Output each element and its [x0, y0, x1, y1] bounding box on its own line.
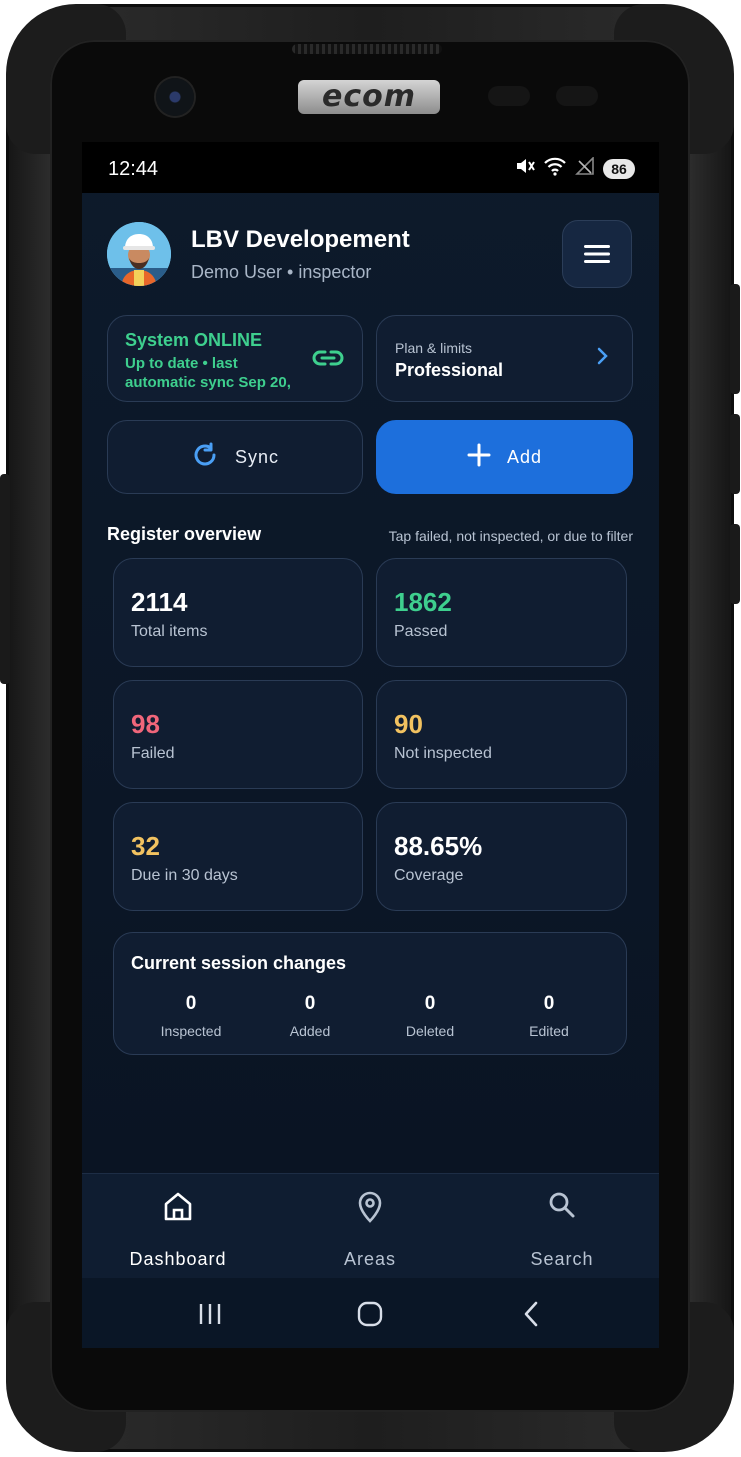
- inspector-avatar-icon: [107, 222, 171, 286]
- map-pin-icon: [358, 1191, 382, 1223]
- stat-card-due[interactable]: 32 Due in 30 days: [113, 802, 363, 911]
- volume-button: [730, 284, 740, 394]
- side-button: [0, 474, 10, 684]
- recents-icon: [199, 1304, 221, 1324]
- mute-icon: [515, 157, 535, 180]
- user-subtitle: Demo User • inspector: [191, 262, 372, 282]
- stat-value: 2114: [131, 587, 188, 617]
- add-label: Add: [506, 446, 543, 467]
- hamburger-icon: [584, 245, 610, 263]
- sync-label: Sync: [234, 446, 280, 467]
- stat-label: Passed: [394, 623, 448, 640]
- bottom-navigation: Dashboard Areas Search: [82, 1173, 659, 1279]
- plus-icon: [467, 443, 491, 472]
- stat-card-failed[interactable]: 98 Failed: [113, 680, 363, 789]
- stat-card-coverage: 88.65% Coverage: [376, 802, 627, 911]
- menu-button[interactable]: [562, 220, 632, 288]
- stat-value: 32: [131, 831, 160, 861]
- stat-value: 98: [131, 709, 160, 739]
- nav-dashboard[interactable]: Dashboard: [82, 1174, 274, 1279]
- stat-label: Not inspected: [394, 745, 492, 762]
- stat-value: 90: [394, 709, 423, 739]
- stat-card-passed[interactable]: 1862 Passed: [376, 558, 627, 667]
- stat-card-total-items[interactable]: 2114 Total items: [113, 558, 363, 667]
- stat-label: Total items: [131, 623, 208, 640]
- project-title: LBV Developement: [191, 226, 410, 253]
- sync-status-card[interactable]: System ONLINE Up to date • last automati…: [107, 315, 363, 402]
- stat-value: 88.65%: [394, 831, 483, 861]
- nav-areas[interactable]: Areas: [274, 1174, 466, 1279]
- session-stat-deleted: 0 Deleted: [375, 993, 485, 1039]
- power-button: [730, 414, 740, 494]
- recent-apps-button[interactable]: [180, 1296, 240, 1332]
- link-icon: [312, 348, 344, 373]
- session-count: 0: [185, 993, 197, 1014]
- home-button[interactable]: [340, 1296, 400, 1332]
- online-status: System ONLINE: [125, 330, 263, 350]
- plan-card[interactable]: Plan & limits Professional: [376, 315, 633, 402]
- session-stat-added: 0 Added: [255, 993, 365, 1039]
- back-chevron-icon: [524, 1301, 538, 1327]
- stat-value: 1862: [394, 587, 452, 617]
- nav-label: Dashboard: [129, 1249, 227, 1269]
- session-label: Added: [289, 1023, 331, 1039]
- stat-label: Due in 30 days: [131, 867, 238, 884]
- session-count: 0: [543, 993, 555, 1014]
- session-stat-edited: 0 Edited: [494, 993, 604, 1039]
- session-stat-inspected: 0 Inspected: [136, 993, 246, 1039]
- sync-button[interactable]: Sync: [107, 420, 363, 494]
- proximity-sensor: [488, 86, 530, 106]
- back-button[interactable]: [501, 1296, 561, 1332]
- brand-logo: ecom: [298, 80, 440, 114]
- refresh-icon: [191, 441, 219, 474]
- session-label: Edited: [529, 1023, 569, 1039]
- wifi-icon: [543, 156, 567, 181]
- chevron-right-icon: [596, 346, 608, 371]
- app-screen: 12:44 86 LBV Developement Demo User • in…: [82, 142, 659, 1348]
- status-bar: 12:44 86: [82, 142, 659, 193]
- plan-label: Plan & limits: [395, 340, 473, 356]
- last-sync-text: Up to date • last automatic sync Sep 20,: [125, 355, 291, 391]
- add-button[interactable]: Add: [376, 420, 633, 494]
- stat-label: Failed: [131, 745, 175, 762]
- nav-label: Areas: [343, 1249, 397, 1269]
- earpiece-speaker: [292, 44, 442, 54]
- side-button: [730, 524, 740, 604]
- stat-card-not-inspected[interactable]: 90 Not inspected: [376, 680, 627, 789]
- nav-label: Search: [530, 1249, 594, 1269]
- battery-indicator: 86: [603, 158, 635, 179]
- signal-icon: [575, 156, 595, 180]
- status-time: 12:44: [108, 158, 159, 180]
- session-label: Inspected: [160, 1023, 222, 1039]
- home-circle-icon: [357, 1301, 383, 1327]
- session-count: 0: [304, 993, 316, 1014]
- stat-label: Coverage: [394, 867, 464, 884]
- front-camera: [156, 78, 194, 116]
- session-label: Deleted: [405, 1023, 455, 1039]
- overview-hint: Tap failed, not inspected, or due to fil…: [388, 528, 633, 544]
- session-count: 0: [424, 993, 436, 1014]
- home-icon: [164, 1192, 192, 1221]
- session-changes-card: Current session changes 0 Inspected 0 Ad…: [113, 932, 627, 1055]
- overview-title: Register overview: [107, 524, 262, 544]
- nav-search[interactable]: Search: [466, 1174, 658, 1279]
- search-icon: [549, 1192, 575, 1218]
- plan-value: Professional: [395, 360, 504, 380]
- session-title: Current session changes: [131, 953, 347, 973]
- system-navigation-bar: [82, 1278, 659, 1348]
- light-sensor: [556, 86, 598, 106]
- avatar[interactable]: [107, 222, 171, 286]
